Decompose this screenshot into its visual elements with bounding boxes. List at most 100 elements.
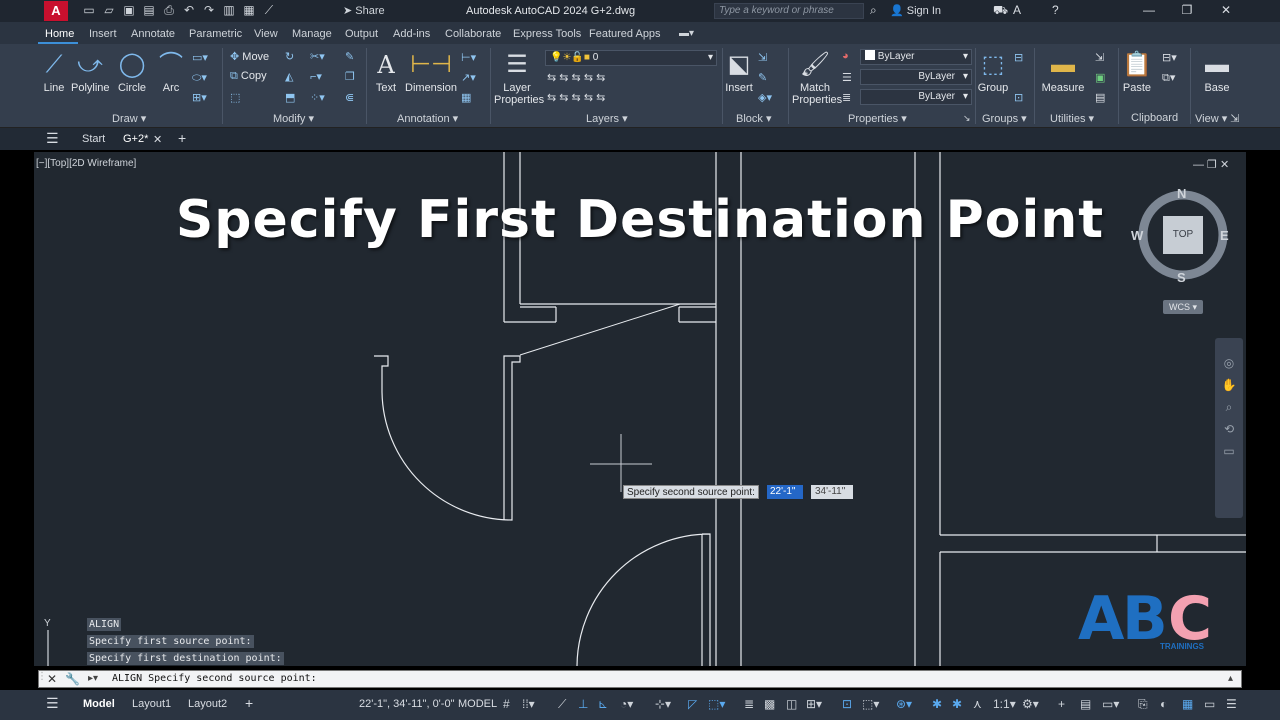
annotation-panel-title[interactable]: Annotation ▾ — [397, 112, 458, 125]
tab-featured-apps[interactable]: Featured Apps — [589, 28, 661, 40]
erase-icon[interactable]: ✎ — [345, 50, 354, 63]
selection-filter-icon[interactable]: ⬚▾ — [862, 697, 879, 711]
arc-tool[interactable]: ⌒ Arc — [158, 48, 184, 94]
line-tool[interactable]: ⟋ Line — [40, 48, 68, 94]
units-icon[interactable]: ▤ — [1080, 697, 1091, 711]
customize-status-icon[interactable]: ☰ — [1226, 697, 1237, 711]
autocad-logo-button[interactable]: A — [44, 1, 68, 21]
workspace-gear-icon[interactable]: ⚙▾ — [1022, 697, 1039, 711]
autodesk-a-icon[interactable]: A — [1013, 3, 1021, 17]
object-tracking-icon[interactable]: ⊹▾ — [655, 697, 671, 711]
region-icon[interactable]: ⊞▾ — [192, 91, 207, 104]
save-icon[interactable]: ▣ — [122, 3, 136, 17]
lineweight-toggle-icon[interactable]: ≣ — [744, 697, 754, 711]
ribbon-options-icon[interactable]: ▬▾ — [679, 28, 694, 39]
layout-menu-icon[interactable]: ☰ — [46, 695, 59, 712]
scale-icon[interactable]: ⬒ — [285, 91, 295, 104]
showmotion-icon[interactable]: ▭ — [1215, 440, 1243, 462]
draw-panel-title[interactable]: Draw ▾ — [112, 112, 146, 125]
stretch-icon[interactable]: ⬚ — [230, 91, 240, 104]
tab-express-tools[interactable]: Express Tools — [513, 28, 581, 40]
layer-tools-row1[interactable]: ⇆ ⇆ ⇆ ⇆ ⇆ — [547, 71, 605, 84]
tab-parametric[interactable]: Parametric — [189, 28, 242, 40]
ungroup-icon[interactable]: ⊟ — [1014, 51, 1023, 64]
layer-dropdown[interactable]: 💡☀🔓■ 0 ▾ — [545, 50, 717, 66]
isometric-icon[interactable]: ◔▾ — [620, 697, 633, 711]
isolate-objects-icon[interactable]: ◐ — [1160, 697, 1167, 711]
open-file-icon[interactable]: ▱ — [102, 3, 116, 17]
linear-dim-icon[interactable]: ⊢▾ — [461, 51, 476, 64]
workspace-icon[interactable]: ⟋ — [262, 3, 276, 17]
model-space-button[interactable]: MODEL — [458, 698, 497, 710]
panel-launcher-icon[interactable]: ↘ — [963, 113, 971, 124]
tab-layout2[interactable]: Layout2 — [188, 698, 227, 710]
command-history-toggle-icon[interactable]: ▴ — [1228, 673, 1233, 684]
infer-icon[interactable]: ⟋ — [558, 697, 566, 712]
dimension-tool[interactable]: ⊢⊣ Dimension — [404, 48, 458, 94]
pan-icon[interactable]: ✋ — [1215, 374, 1243, 396]
navigation-bar[interactable]: ◎ ✋ ⌕ ⟲ ▭ — [1215, 338, 1243, 518]
annotation-scale-icon[interactable]: ⋏ — [973, 697, 982, 711]
viewcube-top-face[interactable]: TOP — [1163, 216, 1203, 254]
tab-output[interactable]: Output — [345, 28, 378, 40]
match-properties-tool[interactable]: 🖌 Match Properties — [792, 48, 842, 106]
copy-clip-icon[interactable]: ⧉▾ — [1162, 71, 1175, 85]
block-attributes-icon[interactable]: ◈▾ — [758, 91, 772, 104]
leader-icon[interactable]: ↗▾ — [461, 71, 476, 84]
viewport-controls-label[interactable]: [−][Top][2D Wireframe] — [36, 158, 136, 169]
tab-model[interactable]: Model — [83, 698, 115, 710]
lineweight-dropdown[interactable]: ByLayer ▾ — [860, 89, 972, 105]
compass-north[interactable]: N — [1177, 186, 1186, 201]
recent-commands-icon[interactable]: ▸▾ — [88, 673, 98, 684]
cut-icon[interactable]: ⊟▾ — [1162, 51, 1177, 64]
hardware-acceleration-icon[interactable]: ▦ — [1182, 697, 1193, 711]
groups-panel-title[interactable]: Groups ▾ — [982, 112, 1027, 125]
sign-in-button[interactable]: 👤 Sign In — [890, 4, 941, 17]
transparency-icon[interactable]: ▩ — [764, 697, 775, 711]
offset-icon[interactable]: ⋐ — [345, 91, 354, 104]
wcs-menu[interactable]: WCS ▾ — [1163, 300, 1203, 314]
selection-cycling-icon[interactable]: ◫ — [786, 697, 797, 711]
close-command-icon[interactable]: ✕ — [47, 672, 57, 686]
trim-icon[interactable]: ✂▾ — [310, 50, 325, 63]
select-all-icon[interactable]: ▣ — [1095, 71, 1105, 84]
copy-button[interactable]: ⧉ Copy — [230, 70, 267, 83]
snap-icon[interactable]: ⁞⁞▾ — [522, 697, 535, 711]
osnap-settings-icon[interactable]: ⬚▾ — [708, 697, 725, 711]
osnap-icon[interactable]: ◸ — [688, 697, 697, 711]
publish-icon[interactable]: ▥ — [222, 3, 236, 17]
command-input[interactable]: ALIGN Specify second source point: — [112, 673, 317, 684]
tab-home[interactable]: Home — [45, 28, 74, 40]
tab-add-ins[interactable]: Add-ins — [393, 28, 430, 40]
coordinates-readout[interactable]: 22'-1", 34'-11", 0'-0" — [359, 698, 454, 710]
table-icon[interactable]: ▦ — [461, 91, 471, 104]
undo-icon[interactable]: ↶ — [182, 3, 196, 17]
steering-wheel-icon[interactable]: ◎ — [1215, 352, 1243, 374]
new-file-icon[interactable]: ▭ — [82, 3, 96, 17]
insert-block-tool[interactable]: ⬕ Insert — [724, 48, 754, 94]
ortho-icon[interactable]: ⊥ — [578, 697, 588, 711]
clean-screen-icon[interactable]: ▭ — [1204, 697, 1215, 711]
annotation-monitor-icon[interactable]: + — [1058, 697, 1065, 711]
measure-tool[interactable]: ▬ Measure — [1040, 48, 1086, 94]
redo-icon[interactable]: ↷ — [202, 3, 216, 17]
paste-tool[interactable]: 📋 Paste — [1122, 48, 1152, 94]
polyline-tool[interactable]: ⤻ Polyline — [71, 48, 110, 94]
dynamic-ucs-icon[interactable]: ⊡ — [842, 697, 852, 711]
zoom-icon[interactable]: ⌕ — [1215, 396, 1243, 418]
mirror-icon[interactable]: ◭ — [285, 70, 293, 83]
layer-tools-row2[interactable]: ⇆ ⇆ ⇆ ⇆ ⇆ — [547, 91, 605, 104]
3d-osnap-icon[interactable]: ⊞▾ — [806, 697, 822, 711]
tab-view[interactable]: View — [254, 28, 278, 40]
plot-icon[interactable]: ▦ — [242, 3, 256, 17]
rotate-icon[interactable]: ↻ — [285, 50, 294, 63]
circle-tool[interactable]: ◯ Circle — [116, 48, 148, 94]
calculator-icon[interactable]: ▤ — [1095, 91, 1105, 104]
view-panel-title[interactable]: View ▾ ⇲ — [1195, 112, 1240, 125]
help-icon[interactable]: ? — [1052, 3, 1059, 17]
modify-panel-title[interactable]: Modify ▾ — [273, 112, 314, 125]
viewport-window-controls[interactable]: — ❐ ✕ — [1193, 158, 1229, 171]
search-icon[interactable]: ⌕ — [870, 3, 877, 18]
customize-icon[interactable]: 🔧 — [65, 672, 80, 686]
tab-manage[interactable]: Manage — [292, 28, 332, 40]
